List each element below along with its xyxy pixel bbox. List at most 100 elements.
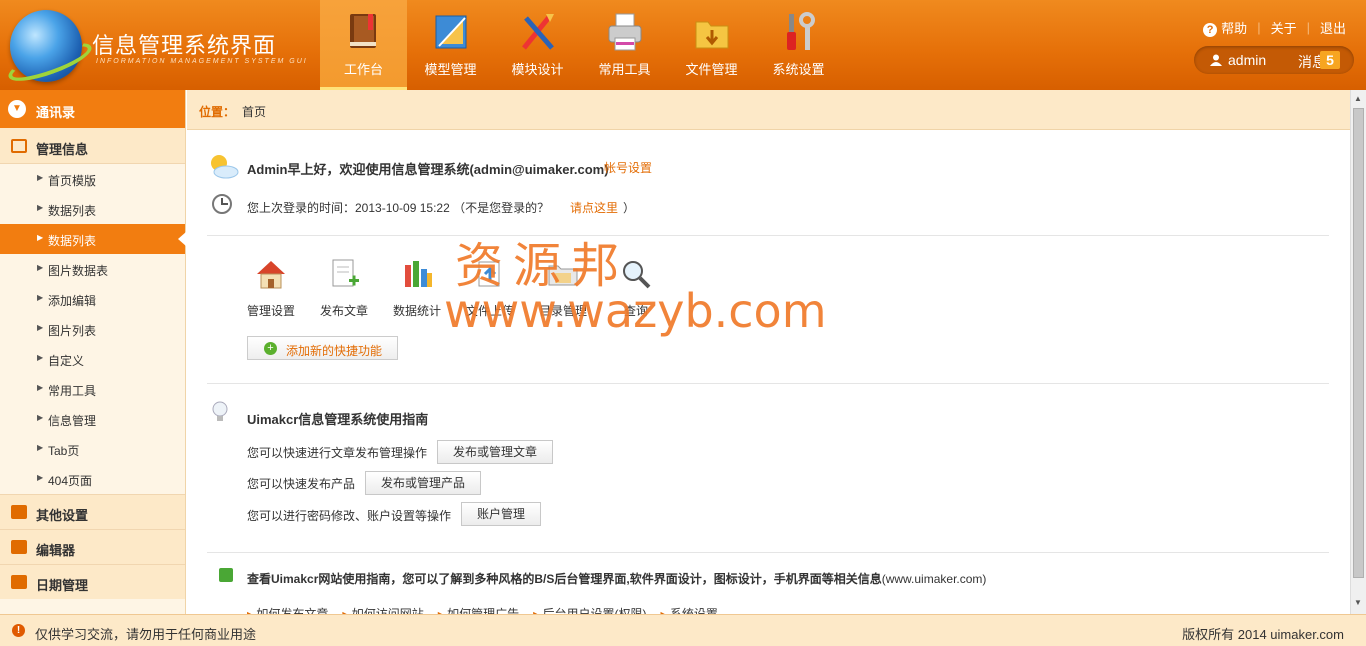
nav-module-design[interactable]: 模块设计 bbox=[494, 0, 581, 90]
logo-globe-icon bbox=[10, 10, 82, 82]
new-document-icon bbox=[332, 259, 359, 287]
footer-notice: 仅供学习交流，请勿用于任何商业用途 bbox=[35, 627, 257, 642]
sidebar-group-manage-info[interactable]: 管理信息 bbox=[0, 128, 185, 164]
triangle-right-icon: ▶ bbox=[37, 323, 44, 332]
scrollbar-thumb[interactable] bbox=[1353, 108, 1364, 578]
sidebar-items: ▶ 首页模版 ▶ 数据列表 ▶ 数据列表 ▶ 图片数据表 ▶ 添加编辑 ▶ 图片列表 ▶ 自定… bbox=[0, 164, 186, 494]
sidebar-item[interactable]: ▶ 图片数据表 bbox=[0, 254, 185, 284]
guide-row-text: 您可以进行密码修改、账户设置等操作 bbox=[247, 509, 452, 523]
quick-data-stats[interactable]: 数据统计 bbox=[382, 257, 452, 319]
quick-manage-settings[interactable]: 管理设置 bbox=[236, 257, 306, 319]
nav-label: 文件管理 bbox=[685, 62, 738, 77]
sidebar-item[interactable]: ▶ 图片列表 bbox=[0, 314, 185, 344]
add-quick-function-button[interactable]: + 添加新的快捷功能 bbox=[247, 336, 398, 360]
divider: | bbox=[1257, 20, 1261, 35]
account-management-button[interactable]: 账户管理 bbox=[461, 502, 541, 526]
triangle-right-icon: ▶ bbox=[37, 173, 44, 182]
scroll-down-icon[interactable]: ▼ bbox=[1354, 598, 1362, 607]
site-url[interactable]: (www.uimaker.com) bbox=[882, 572, 987, 586]
triangle-right-icon: ▶ bbox=[37, 473, 44, 482]
sidebar-item[interactable]: ▶ 常用工具 bbox=[0, 374, 185, 404]
messages-count-badge[interactable]: 5 bbox=[1320, 51, 1340, 69]
guide-row-text: 您可以快速发布产品 bbox=[247, 477, 356, 491]
site-link[interactable]: 如何访问网站 bbox=[342, 605, 424, 614]
triangle-right-icon: ▶ bbox=[37, 233, 44, 242]
footer: ! 仅供学习交流，请勿用于任何商业用途 版权所有 2014 uimaker.co… bbox=[0, 614, 1366, 646]
sidebar-header-contacts[interactable]: ▼ 通讯录 bbox=[0, 90, 185, 128]
site-link[interactable]: 后台用户设置(权限) bbox=[533, 605, 646, 614]
guide-row-text: 您可以快速进行文章发布管理操作 bbox=[247, 446, 428, 460]
divider bbox=[207, 552, 1329, 553]
top-links: ? 帮助 | 关于 | 退出 bbox=[1203, 18, 1346, 37]
user-icon bbox=[1210, 54, 1222, 66]
nav-workbench[interactable]: 工作台 bbox=[320, 0, 407, 90]
last-login-suffix: ） bbox=[623, 201, 636, 215]
sidebar-item[interactable]: ▶ 自定义 bbox=[0, 344, 185, 374]
sidebar-item[interactable]: ▶ 404页面 bbox=[0, 464, 185, 494]
site-link[interactable]: 系统设置 bbox=[660, 605, 718, 614]
divider: | bbox=[1306, 20, 1310, 35]
triangle-right-icon: ▶ bbox=[37, 203, 44, 212]
triangle-right-icon: ▶ bbox=[37, 413, 44, 422]
sidebar-item[interactable]: ▶ 数据列表 bbox=[0, 194, 185, 224]
calendar-icon bbox=[11, 575, 27, 589]
chat-icon bbox=[11, 505, 27, 519]
triangle-right-icon: ▶ bbox=[37, 293, 44, 302]
nav-model-management[interactable]: 模型管理 bbox=[407, 0, 494, 90]
chevron-down-icon: ▼ bbox=[8, 100, 26, 118]
triangle-right-icon: ▶ bbox=[37, 383, 44, 392]
about-link[interactable]: 关于 bbox=[1271, 18, 1297, 37]
sidebar-item-active[interactable]: ▶ 数据列表 bbox=[0, 224, 186, 254]
site-guide-links: 如何发布文章 如何访问网站 如何管理广告 后台用户设置(权限) 系统设置 bbox=[247, 605, 718, 614]
breadcrumb-home-link[interactable]: 首页 bbox=[242, 103, 266, 120]
sidebar-item[interactable]: ▶ 信息管理 bbox=[0, 404, 185, 434]
user-bar: admin 消息 5 bbox=[1194, 46, 1354, 74]
nav-file-management[interactable]: 文件管理 bbox=[668, 0, 755, 90]
sidebar-group-editor[interactable]: 编辑器 bbox=[0, 529, 185, 564]
sidebar-group-date-management[interactable]: 日期管理 bbox=[0, 564, 185, 599]
manage-products-button[interactable]: 发布或管理产品 bbox=[365, 471, 481, 495]
app-title: 信息管理系统界面 bbox=[92, 33, 277, 58]
welcome-text: Admin早上好，欢迎使用信息管理系统(admin@uimaker.com) bbox=[247, 162, 609, 177]
plus-circle-icon: + bbox=[264, 342, 277, 355]
nav-label: 常用工具 bbox=[598, 62, 651, 77]
manage-articles-button[interactable]: 发布或管理文章 bbox=[437, 440, 553, 464]
nav-system-settings[interactable]: 系统设置 bbox=[755, 0, 842, 90]
site-link[interactable]: 如何发布文章 bbox=[247, 605, 328, 614]
divider bbox=[207, 235, 1329, 236]
top-header: 信息管理系统界面 INFORMATION MANAGEMENT SYSTEM G… bbox=[0, 0, 1366, 90]
design-tools-icon bbox=[522, 14, 554, 50]
help-icon: ? bbox=[1203, 23, 1218, 37]
sidebar-item[interactable]: ▶ Tab页 bbox=[0, 434, 185, 464]
guide-title: Uimakcr信息管理系统使用指南 bbox=[247, 412, 429, 427]
search-site-icon bbox=[219, 568, 233, 582]
scroll-up-icon[interactable]: ▲ bbox=[1354, 94, 1362, 103]
main-nav: 工作台 模型管理 模块设计 常用工具 文件管理 系统设置 bbox=[320, 0, 842, 90]
clock-icon bbox=[212, 194, 232, 214]
site-link[interactable]: 如何管理广告 bbox=[438, 605, 519, 614]
nav-label: 模型管理 bbox=[424, 62, 477, 77]
not-me-link[interactable]: 请点这里 bbox=[570, 199, 618, 216]
breadcrumb-label: 位置： bbox=[199, 105, 236, 119]
username[interactable]: admin bbox=[1228, 52, 1266, 68]
wrench-icon bbox=[787, 12, 815, 50]
nav-common-tools[interactable]: 常用工具 bbox=[581, 0, 668, 90]
sidebar-item[interactable]: ▶ 添加编辑 bbox=[0, 284, 185, 314]
app-subtitle: INFORMATION MANAGEMENT SYSTEM GUI bbox=[96, 58, 308, 65]
lightbulb-icon bbox=[212, 401, 228, 421]
scrollbar[interactable]: ▲ ▼ bbox=[1350, 90, 1366, 614]
account-settings-link[interactable]: 帐号设置 bbox=[604, 159, 652, 176]
nav-label: 模块设计 bbox=[511, 62, 564, 77]
nav-label: 系统设置 bbox=[772, 62, 825, 77]
sidebar-group-other-settings[interactable]: 其他设置 bbox=[0, 494, 185, 529]
ruler-icon bbox=[435, 15, 467, 49]
quick-publish-article[interactable]: 发布文章 bbox=[309, 257, 379, 319]
logout-link[interactable]: 退出 bbox=[1320, 18, 1346, 37]
triangle-right-icon: ▶ bbox=[37, 353, 44, 362]
triangle-right-icon: ▶ bbox=[37, 263, 44, 272]
help-link[interactable]: ? 帮助 bbox=[1203, 18, 1247, 37]
site-guide-title: 查看Uimakcr网站使用指南，您可以了解到多种风格的B/S后台管理界面,软件界… bbox=[247, 572, 987, 586]
main-content: Admin早上好，欢迎使用信息管理系统(admin@uimaker.com) 帐… bbox=[187, 131, 1350, 614]
sidebar-item[interactable]: ▶ 首页模版 bbox=[0, 164, 185, 194]
edit-icon bbox=[11, 540, 27, 554]
